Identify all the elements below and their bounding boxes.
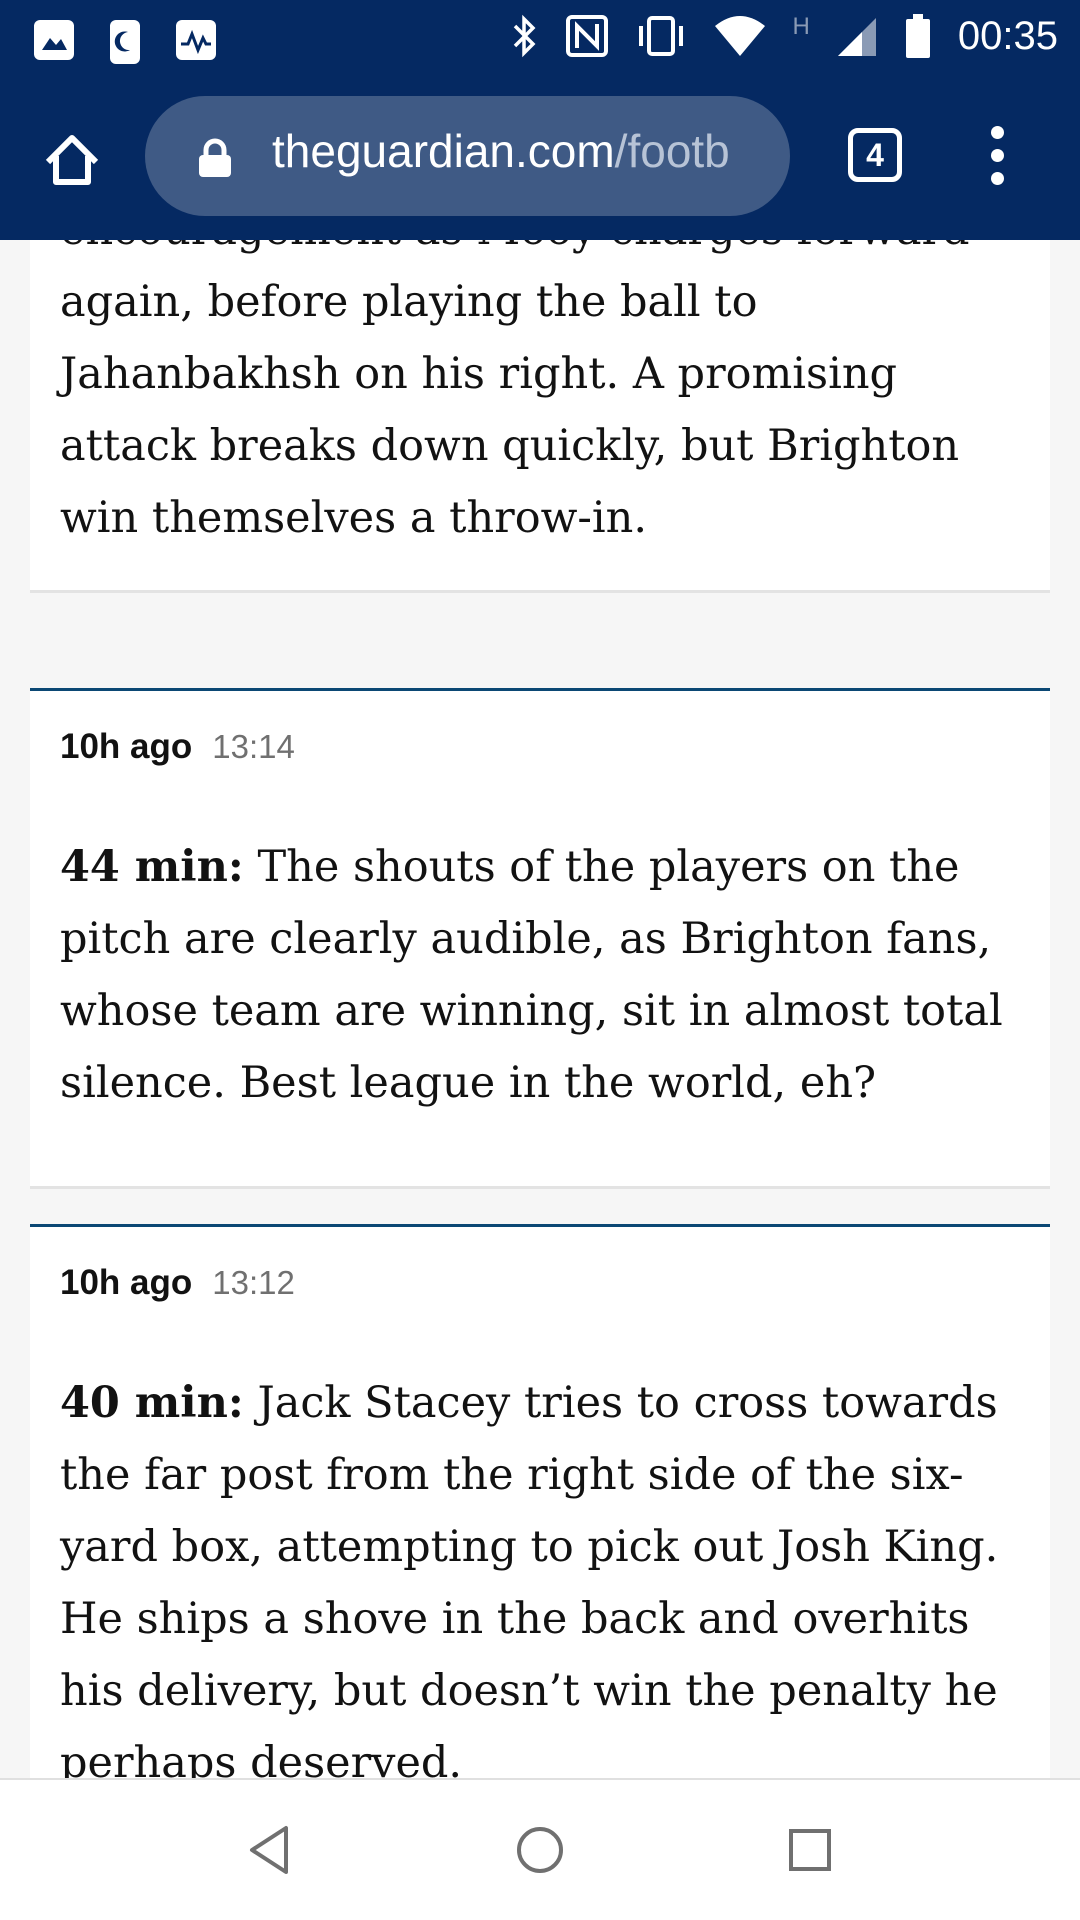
blog-post: encouragement as Mooy charges forward ag…	[30, 240, 1050, 590]
post-body: 40 min: Jack Stacey tries to cross towar…	[30, 1367, 1050, 1778]
lock-icon	[199, 138, 231, 177]
gallery-icon	[34, 20, 74, 60]
signal-icon	[837, 18, 876, 56]
night-mode-icon	[110, 20, 140, 64]
status-left-icons	[34, 20, 216, 64]
overflow-menu-icon[interactable]	[982, 126, 1012, 190]
blog-post: 10h ago 13:12 40 min: Jack Stacey tries t…	[30, 1224, 1050, 1778]
home-nav-icon[interactable]	[510, 1820, 570, 1880]
blog-post: 10h ago 13:14 44 min: The shouts of the p…	[30, 688, 1050, 1188]
nfc-icon	[565, 15, 608, 57]
post-text: Jack Stacey tries to cross towards the f…	[60, 1378, 999, 1778]
post-divider	[30, 1186, 1050, 1189]
vibrate-icon	[638, 16, 683, 56]
post-timestamp: 13:14	[212, 728, 295, 765]
status-bar: H 00:35	[0, 0, 1080, 78]
url-host: theguardian.com	[272, 125, 615, 177]
post-body: encouragement as Mooy charges forward ag…	[60, 240, 970, 543]
post-meta: 10h ago 13:12	[60, 1263, 295, 1303]
status-time: 00:35	[957, 13, 1058, 58]
activity-icon	[176, 20, 216, 60]
wifi-icon	[714, 16, 765, 56]
status-right-icons: H 00:35	[509, 12, 1058, 60]
tab-switcher-button[interactable]: 4	[848, 128, 902, 182]
back-icon[interactable]	[240, 1820, 300, 1880]
post-minute: 40 min:	[60, 1378, 244, 1428]
post-meta: 10h ago 13:14	[60, 727, 295, 767]
post-relative-time[interactable]: 10h ago	[60, 727, 192, 766]
recents-icon[interactable]	[780, 1820, 840, 1880]
post-body: 44 min: The shouts of the players on the…	[30, 831, 1050, 1119]
network-h-icon: H	[792, 13, 810, 40]
post-timestamp: 13:12	[212, 1264, 295, 1301]
bluetooth-icon	[513, 14, 536, 58]
url-text[interactable]: theguardian.com/footb	[272, 124, 730, 178]
post-minute: 44 min:	[60, 842, 244, 892]
battery-icon	[905, 14, 930, 58]
live-blog-feed: encouragement as Mooy charges forward ag…	[0, 240, 1080, 1778]
address-bar[interactable]: theguardian.com/footb	[145, 96, 790, 216]
home-icon[interactable]	[40, 128, 104, 192]
post-divider	[30, 590, 1050, 593]
browser-toolbar: theguardian.com/footb 4	[0, 78, 1080, 240]
post-relative-time[interactable]: 10h ago	[60, 1263, 192, 1302]
system-nav-bar	[0, 1778, 1080, 1920]
url-path: /footb	[614, 125, 730, 177]
